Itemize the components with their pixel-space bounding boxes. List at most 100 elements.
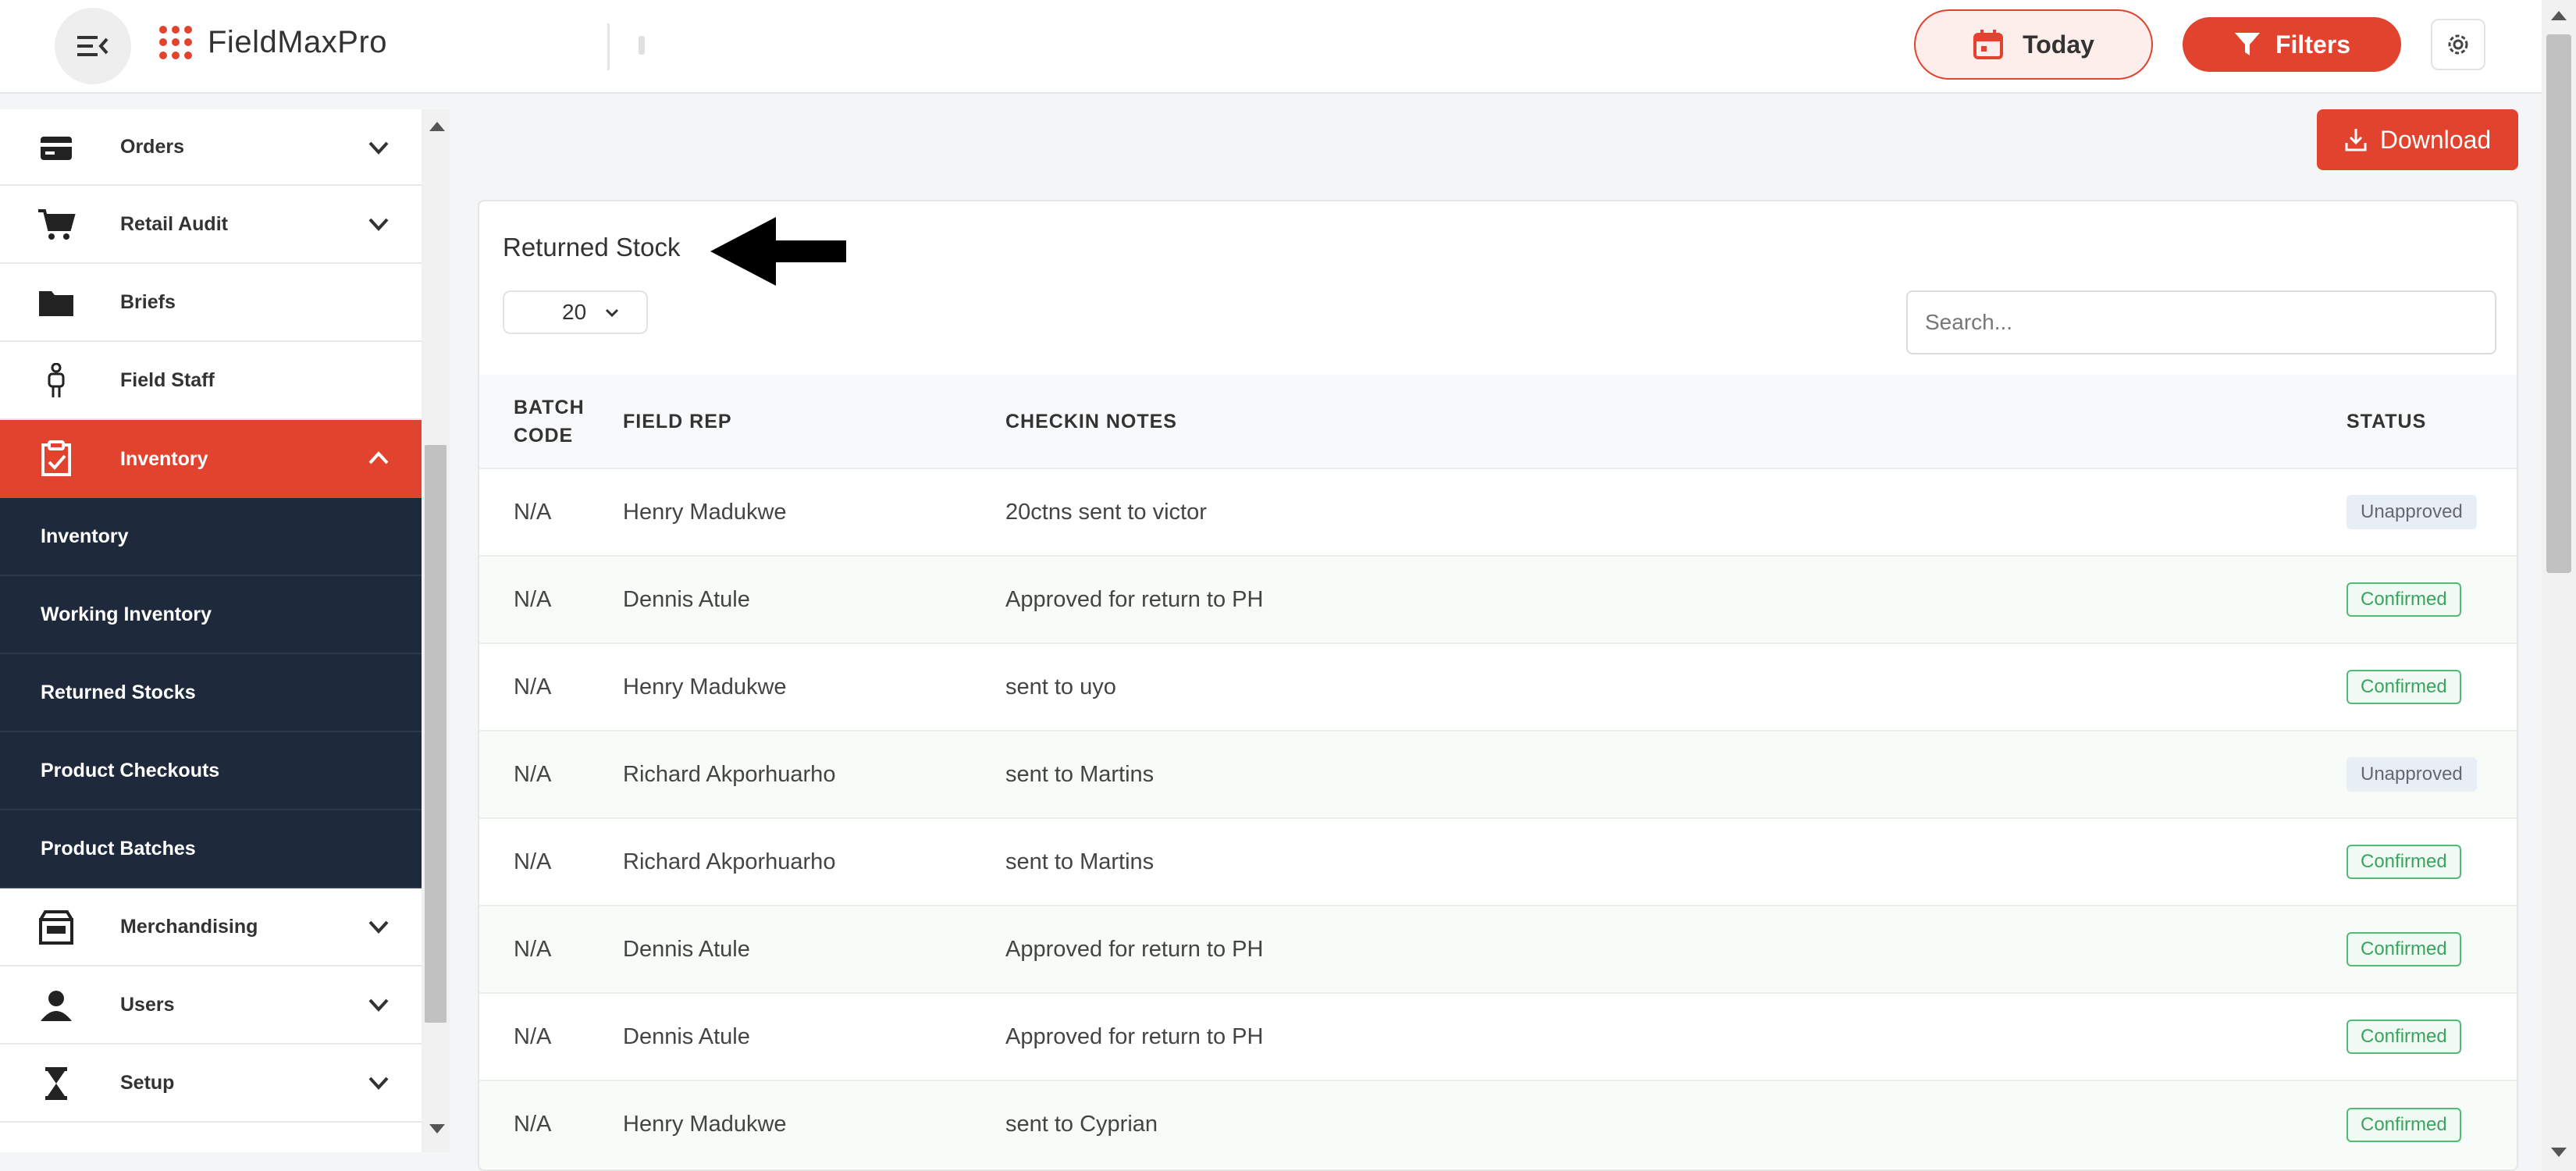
top-bar: FieldMaxPro Today Filters [0, 0, 2576, 94]
sidebar-item-label: Setup [120, 1071, 175, 1094]
sidebar-item-setup[interactable]: Setup [0, 1045, 422, 1123]
app-name: FieldMaxPro [208, 25, 388, 59]
sidebar-item-label: Users [120, 993, 175, 1016]
chevron-down-icon [606, 308, 619, 318]
sidebar-item-label: Orders [120, 135, 184, 158]
table-header-row: BATCH CODE FIELD REP CHECKIN NOTES STATU… [479, 375, 2517, 468]
column-header-batch-code[interactable]: BATCH CODE [479, 375, 623, 468]
status-badge: Confirmed [2347, 582, 2461, 617]
cell-checkin-notes: Approved for return to PH [1005, 586, 1264, 612]
user-icon [34, 987, 78, 1024]
cell-batch-code: N/A [514, 586, 552, 612]
cell-batch-code: N/A [514, 761, 552, 787]
table-row[interactable]: N/A Richard Akporhuarho sent to Martins … [479, 731, 2517, 818]
header-divider-marker [639, 36, 645, 55]
cell-checkin-notes: Approved for return to PH [1005, 936, 1264, 962]
status-badge: Confirmed [2347, 932, 2461, 966]
menu-toggle-button[interactable] [55, 8, 131, 84]
table-row[interactable]: N/A Dennis Atule Approved for return to … [479, 906, 2517, 993]
chevron-down-icon [368, 218, 389, 231]
submenu-item-working-inventory[interactable]: Working Inventory [0, 576, 422, 654]
header-divider [607, 23, 610, 70]
cell-field-rep: Richard Akporhuarho [623, 849, 836, 874]
sidebar-item-users[interactable]: Users [0, 966, 422, 1045]
app-logo[interactable]: FieldMaxPro [159, 25, 387, 60]
status-badge: Confirmed [2347, 845, 2461, 879]
chevron-up-icon [368, 451, 389, 464]
scroll-down-arrow-icon[interactable] [2551, 1148, 2567, 1157]
cell-field-rep: Dennis Atule [623, 586, 750, 612]
cell-checkin-notes: 20ctns sent to victor [1005, 499, 1207, 525]
sidebar-item-label: Field Staff [120, 368, 215, 391]
sidebar-item-merchandising[interactable]: Merchandising [0, 888, 422, 966]
menu-collapse-icon [77, 36, 109, 56]
table-row[interactable]: N/A Henry Madukwe 20ctns sent to victor … [479, 468, 2517, 556]
settings-button[interactable] [2431, 19, 2485, 70]
cell-field-rep: Henry Madukwe [623, 1112, 787, 1137]
filters-button[interactable]: Filters [2183, 17, 2401, 72]
page-title: Returned Stock [503, 233, 681, 262]
column-header-status[interactable]: STATUS [2347, 375, 2517, 468]
submenu-item-product-checkouts[interactable]: Product Checkouts [0, 732, 422, 810]
cell-checkin-notes: sent to Martins [1005, 761, 1155, 787]
hourglass-icon [34, 1065, 78, 1102]
cart-icon [34, 206, 78, 244]
search-input[interactable] [1906, 290, 2496, 354]
sidebar-item-label: Merchandising [120, 915, 258, 938]
cell-field-rep: Dennis Atule [623, 1023, 750, 1049]
cell-checkin-notes: sent to Cyprian [1005, 1112, 1158, 1137]
submenu-item-returned-stocks[interactable]: Returned Stocks [0, 654, 422, 732]
cell-field-rep: Dennis Atule [623, 936, 750, 962]
sidebar-item-label: Briefs [120, 290, 176, 313]
chevron-down-icon [368, 141, 389, 155]
rows-per-page-select[interactable]: 20 [503, 290, 648, 334]
column-header-checkin-notes[interactable]: CHECKIN NOTES [1005, 375, 2347, 468]
table-row[interactable]: N/A Henry Madukwe sent to Cyprian Confir… [479, 1080, 2517, 1168]
logo-dots-icon [159, 25, 194, 60]
today-button[interactable]: Today [1914, 9, 2153, 80]
cell-field-rep: Richard Akporhuarho [623, 761, 836, 787]
sidebar-item-briefs[interactable]: Briefs [0, 264, 422, 342]
returned-stock-table: BATCH CODE FIELD REP CHECKIN NOTES STATU… [479, 375, 2517, 1168]
table-row[interactable]: N/A Henry Madukwe sent to uyo Confirmed [479, 643, 2517, 731]
submenu-item-product-batches[interactable]: Product Batches [0, 810, 422, 888]
status-badge: Confirmed [2347, 1020, 2461, 1054]
folder-icon [34, 284, 78, 322]
sidebar-item-orders[interactable]: Orders [0, 109, 422, 186]
sidebar-item-retail-audit[interactable]: Retail Audit [0, 186, 422, 264]
status-badge: Unapproved [2347, 495, 2477, 529]
cell-field-rep: Henry Madukwe [623, 674, 787, 699]
download-label: Download [2379, 125, 2492, 154]
cell-batch-code: N/A [514, 1112, 552, 1137]
person-icon [34, 362, 78, 400]
status-badge: Confirmed [2347, 1107, 2461, 1142]
cell-batch-code: N/A [514, 1023, 552, 1049]
cell-checkin-notes: Approved for return to PH [1005, 1023, 1264, 1049]
column-header-field-rep[interactable]: FIELD REP [623, 375, 1005, 468]
page-scrollbar-thumb[interactable] [2546, 34, 2571, 573]
sidebar: Orders Retail Audit Briefs Field Staff I… [0, 109, 422, 1152]
scroll-up-arrow-icon[interactable] [429, 122, 445, 131]
card-icon [34, 130, 78, 167]
cell-checkin-notes: sent to uyo [1005, 674, 1116, 699]
inventory-submenu: Inventory Working Inventory Returned Sto… [0, 498, 422, 888]
filter-icon [2234, 33, 2260, 55]
column-header-label: BATCH CODE [514, 396, 585, 447]
chevron-down-icon [368, 1077, 389, 1090]
cell-batch-code: N/A [514, 849, 552, 874]
sidebar-item-field-staff[interactable]: Field Staff [0, 342, 422, 420]
table-row[interactable]: N/A Richard Akporhuarho sent to Martins … [479, 818, 2517, 906]
sidebar-scrollbar-thumb[interactable] [425, 445, 447, 1023]
submenu-item-inventory[interactable]: Inventory [0, 498, 422, 576]
sidebar-item-label: Inventory [120, 447, 208, 470]
sidebar-item-label: Retail Audit [120, 212, 228, 235]
rows-per-page-value: 20 [562, 300, 587, 324]
sidebar-item-inventory[interactable]: Inventory [0, 420, 422, 498]
table-row[interactable]: N/A Dennis Atule Approved for return to … [479, 993, 2517, 1080]
scroll-up-arrow-icon[interactable] [2551, 11, 2567, 20]
table-row[interactable]: N/A Dennis Atule Approved for return to … [479, 556, 2517, 643]
chevron-down-icon [368, 920, 389, 934]
today-label: Today [2023, 30, 2094, 59]
scroll-down-arrow-icon[interactable] [429, 1124, 445, 1134]
download-button[interactable]: Download [2317, 109, 2518, 170]
